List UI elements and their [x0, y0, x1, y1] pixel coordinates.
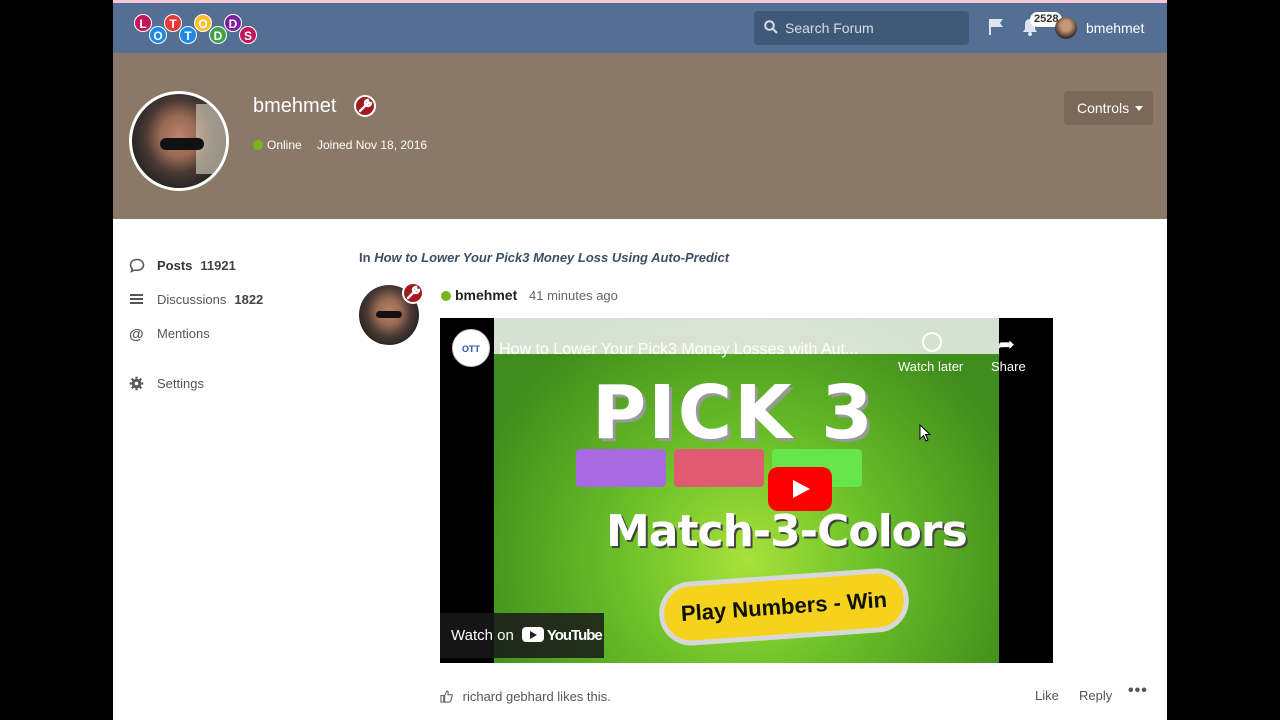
logo-letter: O	[149, 26, 167, 44]
search-input[interactable]: Search Forum	[754, 11, 969, 45]
comment-icon	[129, 258, 145, 273]
logo-letter: L	[134, 14, 152, 32]
likes-summary: richard gebhard likes this.	[440, 689, 611, 704]
color-box-purple	[576, 449, 666, 487]
share-icon[interactable]: ➦	[998, 332, 1015, 357]
share-button[interactable]: Share	[991, 359, 1026, 374]
at-icon: @	[129, 326, 144, 343]
sidebar-item-mentions[interactable]: @ Mentions	[129, 326, 210, 343]
sidebar-item-posts[interactable]: Posts 11921	[129, 258, 236, 276]
clock-icon[interactable]	[922, 332, 942, 352]
wrench-icon	[354, 95, 376, 117]
list-icon	[130, 294, 143, 304]
video-title[interactable]: How to Lower Your Pick3 Money Losses wit…	[499, 341, 858, 359]
top-navbar: LOTTODDS Search Forum 2528 bmehmet	[113, 3, 1167, 53]
mouse-cursor-icon	[919, 424, 931, 442]
flag-icon[interactable]	[988, 18, 1004, 36]
channel-icon[interactable]: OTT	[452, 329, 490, 367]
user-menu-name[interactable]: bmehmet	[1086, 20, 1144, 36]
wrench-icon	[402, 282, 424, 304]
logo-letter: O	[194, 14, 212, 32]
logo-letter: T	[179, 26, 197, 44]
controls-dropdown[interactable]: Controls	[1064, 91, 1153, 125]
like-button[interactable]: Like	[1035, 688, 1059, 703]
caret-down-icon	[1135, 106, 1144, 111]
user-avatar[interactable]	[1055, 17, 1077, 39]
logo-letter: S	[239, 26, 257, 44]
thread-title-link[interactable]: How to Lower Your Pick3 Money Loss Using…	[374, 250, 729, 265]
reply-button[interactable]: Reply	[1079, 688, 1112, 703]
online-status: Online	[253, 138, 302, 152]
logo-letter: D	[224, 14, 242, 32]
online-dot	[441, 291, 451, 301]
online-dot	[253, 140, 263, 150]
forum-page: LOTTODDS Search Forum 2528 bmehmet bmehm…	[113, 0, 1167, 720]
youtube-logo-icon	[521, 627, 544, 642]
search-placeholder: Search Forum	[785, 20, 874, 36]
thread-reference[interactable]: In How to Lower Your Pick3 Money Loss Us…	[359, 250, 729, 265]
sidebar-item-discussions[interactable]: Discussions 1822	[129, 292, 263, 309]
youtube-embed[interactable]: PICK 3 Match-3-Colors Play Numbers - Win…	[440, 318, 1053, 663]
sidebar-item-settings[interactable]: Settings	[129, 376, 204, 394]
more-options-button[interactable]: •••	[1128, 682, 1148, 700]
search-icon	[764, 20, 778, 34]
post-author[interactable]: bmehmet	[441, 287, 517, 303]
play-button[interactable]	[768, 467, 832, 511]
thumbnail-button: Play Numbers - Win	[657, 566, 911, 648]
post-time[interactable]: 41 minutes ago	[529, 288, 618, 303]
watch-on-youtube-button[interactable]: Watch on YouTube	[440, 613, 604, 658]
thumbnail-headline: PICK 3	[592, 370, 875, 456]
profile-cover: bmehmet Online Joined Nov 18, 2016 Contr…	[113, 53, 1167, 219]
lottodds-logo[interactable]: LOTTODDS	[134, 13, 266, 45]
joined-date: Joined Nov 18, 2016	[317, 138, 428, 152]
profile-name: bmehmet	[253, 95, 337, 117]
thumbnail-subline: Match-3-Colors	[606, 506, 968, 557]
logo-letter: T	[164, 14, 182, 32]
color-box-red	[674, 449, 764, 487]
watch-later-button[interactable]: Watch later	[898, 359, 963, 374]
profile-avatar	[129, 91, 229, 191]
gear-icon	[129, 376, 144, 391]
logo-letter: D	[209, 26, 227, 44]
thumbs-up-icon	[440, 690, 453, 703]
